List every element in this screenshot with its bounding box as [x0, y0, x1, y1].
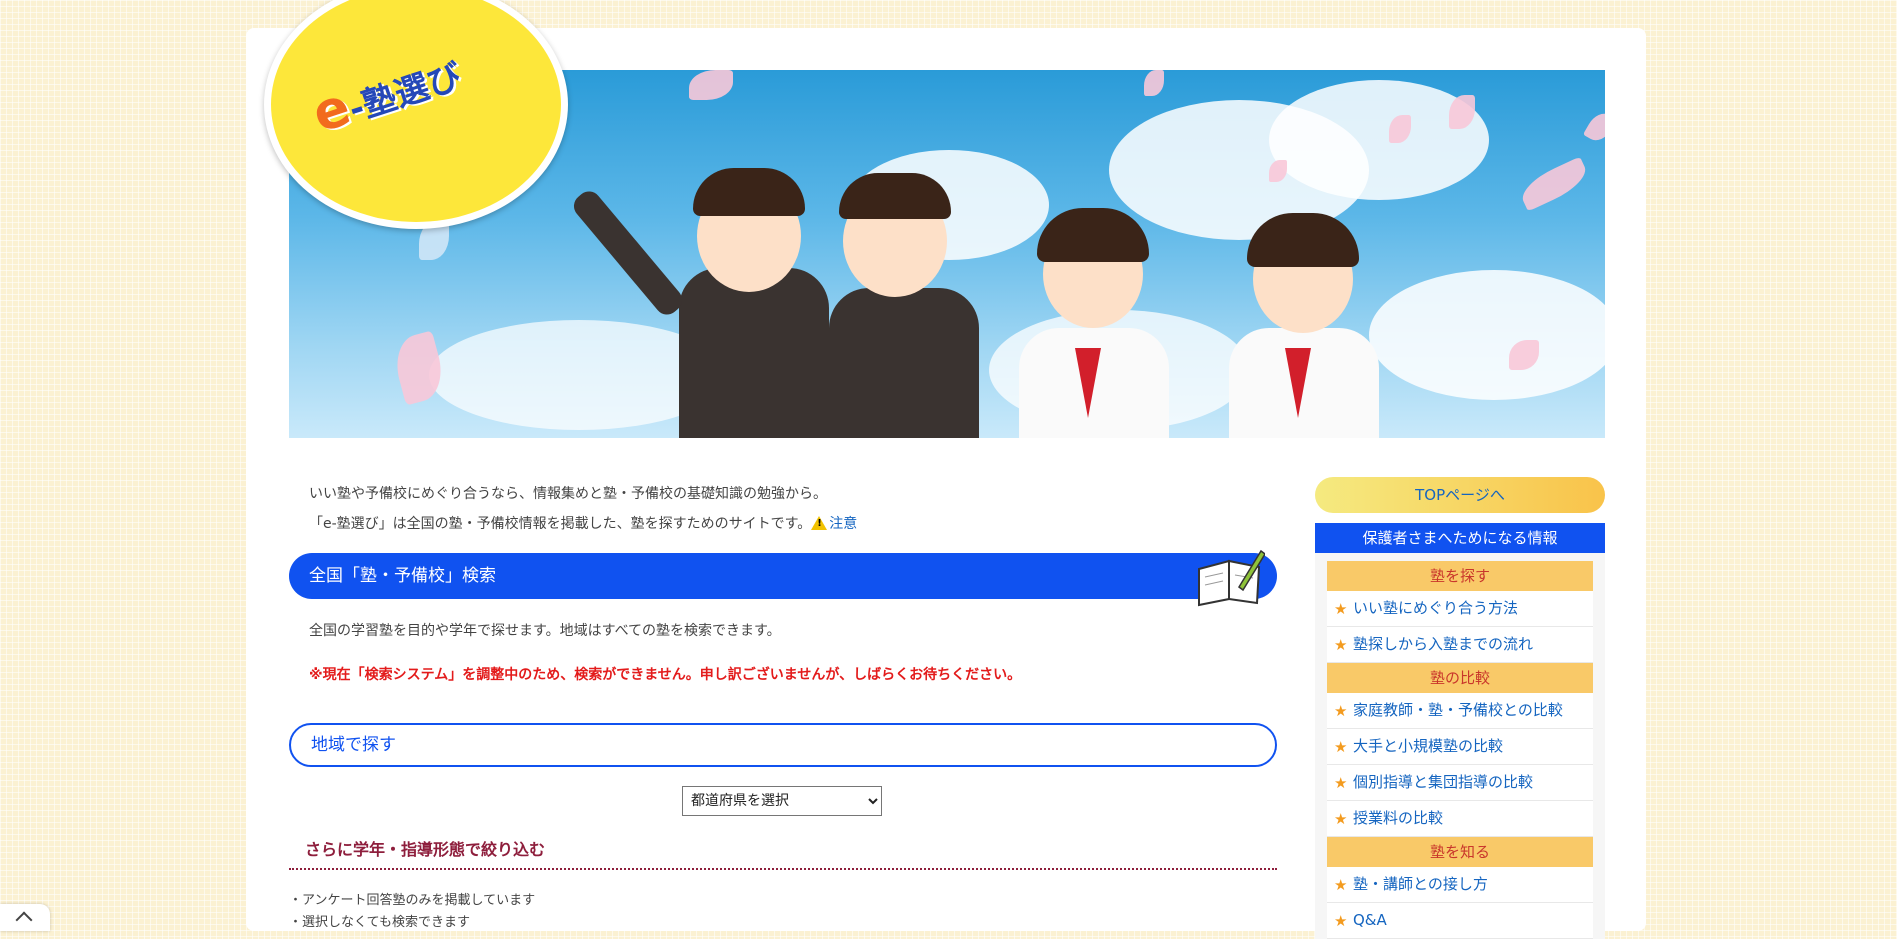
sidebar-link[interactable]: ★ 塾・講師との接し方: [1327, 867, 1593, 903]
sidebar-link-label: 家庭教師・塾・予備校との比較: [1353, 701, 1563, 719]
note-1: ・アンケート回答塾のみを掲載しています: [289, 893, 536, 908]
chevron-up-icon: [15, 911, 33, 929]
prefecture-select[interactable]: 都道府県を選択: [682, 786, 882, 816]
warning-icon: [811, 516, 828, 530]
star-icon: ★: [1334, 738, 1348, 756]
search-description: 全国の学習塾を目的や学年で探せます。地域はすべての塾を検索できます。: [309, 623, 781, 639]
star-icon: ★: [1334, 912, 1348, 930]
sidebar-link[interactable]: ★ 個別指導と集団指導の比較: [1327, 765, 1593, 801]
sidebar-link[interactable]: ★ 大手と小規模塾の比較: [1327, 729, 1593, 765]
intro-line-2: 「e-塾選び」は全国の塾・予備校情報を掲載した、塾を探すためのサイトです。 注意: [309, 513, 857, 533]
notice-link[interactable]: 注意: [829, 516, 857, 532]
search-alert: ※現在「検索システム」を調整中のため、検索ができません。申し訳ございませんが、し…: [309, 667, 1022, 683]
category-find: 塾を探す: [1327, 561, 1593, 591]
star-icon: ★: [1334, 600, 1348, 618]
sidebar-menu: 塾を探す ★ いい塾にめぐり合う方法 ★ 塾探しから入塾までの流れ 塾の比較 ★ 家庭…: [1315, 553, 1605, 939]
star-icon: ★: [1334, 810, 1348, 828]
sidebar: TOPページへ 保護者さまへためになる情報 塾を探す ★ いい塾にめぐり合う方法 …: [1315, 477, 1605, 939]
sidebar-link[interactable]: ★ 塾探しから入塾までの流れ: [1327, 627, 1593, 663]
region-search-heading: 地域で探す: [289, 723, 1277, 767]
star-icon: ★: [1334, 702, 1348, 720]
search-section-title: 全国「塾・予備校」検索: [289, 549, 1277, 607]
filter-title: さらに学年・指導形態で絞り込む: [289, 836, 1277, 870]
sidebar-link-label: いい塾にめぐり合う方法: [1353, 599, 1519, 617]
intro-line-1: いい塾や予備校にめぐり合うなら、情報集めと塾・予備校の基礎知識の勉強から。: [309, 486, 827, 502]
note-2: ・選択しなくても検索できます: [289, 915, 470, 930]
star-icon: ★: [1334, 876, 1348, 894]
sidebar-link[interactable]: ★ 授業料の比較: [1327, 801, 1593, 837]
sidebar-link[interactable]: ★ 家庭教師・塾・予備校との比較: [1327, 693, 1593, 729]
category-know: 塾を知る: [1327, 837, 1593, 867]
sidebar-header: 保護者さまへためになる情報: [1315, 523, 1605, 553]
sidebar-link-label: 塾探しから入塾までの流れ: [1353, 635, 1534, 653]
scroll-up-button[interactable]: [0, 904, 50, 931]
notebook-pen-icon: [1198, 549, 1265, 607]
star-icon: ★: [1334, 636, 1348, 654]
sidebar-link[interactable]: ★ いい塾にめぐり合う方法: [1327, 591, 1593, 627]
sidebar-link-label: Q&A: [1353, 911, 1387, 929]
sidebar-link-label: 大手と小規模塾の比較: [1353, 737, 1504, 755]
sidebar-link-label: 塾・講師との接し方: [1353, 875, 1488, 893]
logo-text: -塾選び: [343, 56, 467, 131]
region-title: 地域で探す: [311, 735, 396, 755]
top-page-button[interactable]: TOPページへ: [1315, 477, 1605, 513]
sidebar-link[interactable]: ★ Q&A: [1327, 903, 1593, 939]
sidebar-link-label: 授業料の比較: [1353, 809, 1444, 827]
sidebar-link-label: 個別指導と集団指導の比較: [1353, 773, 1534, 791]
category-compare: 塾の比較: [1327, 663, 1593, 693]
search-title: 全国「塾・予備校」検索: [309, 566, 496, 586]
star-icon: ★: [1334, 774, 1348, 792]
intro-line-2-text: 「e-塾選び」は全国の塾・予備校情報を掲載した、塾を探すためのサイトです。: [309, 516, 812, 532]
